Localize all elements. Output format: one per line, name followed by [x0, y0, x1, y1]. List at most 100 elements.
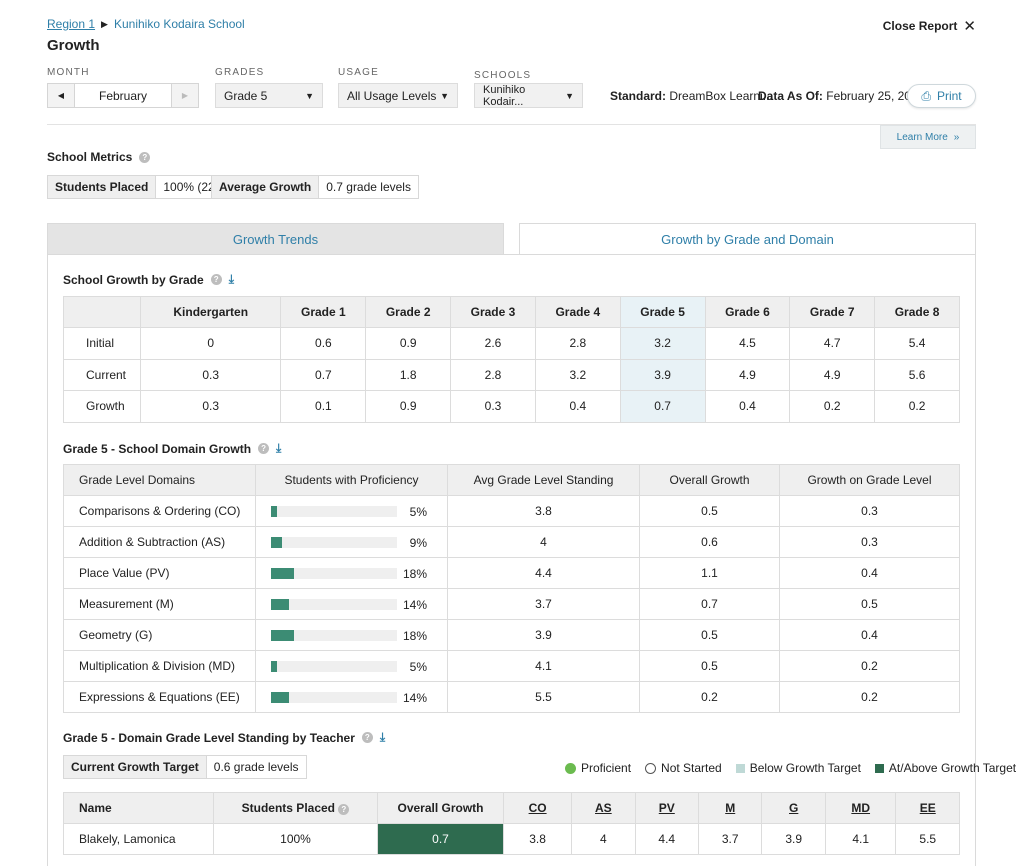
table-header-label: MD	[851, 801, 871, 815]
tab-growth-by-grade-and-domain[interactable]: Growth by Grade and Domain	[519, 223, 976, 255]
table-header-g[interactable]: G	[761, 792, 826, 824]
help-icon[interactable]: ?	[258, 443, 270, 454]
proficiency-bar-fill	[271, 568, 294, 579]
table-header-m[interactable]: M	[697, 792, 763, 824]
teacher-standing-title: Grade 5 - Domain Grade Level Standing by…	[63, 730, 385, 745]
legend-label: Below Growth Target	[749, 761, 861, 775]
table-header-empty	[63, 296, 141, 328]
help-icon[interactable]: ?	[361, 732, 373, 743]
table-cell: 0.5	[639, 495, 780, 527]
table-cell: 0.5	[639, 619, 780, 651]
proficiency-cell: 14%	[255, 681, 448, 713]
proficiency-cell: 18%	[255, 557, 448, 589]
table-cell: 4.4	[447, 557, 640, 589]
proficiency-bar-track	[271, 692, 397, 703]
table-header[interactable]: Name	[63, 792, 214, 824]
table-cell: 0.3	[139, 358, 282, 391]
tab-growth-trends[interactable]: Growth Trends	[47, 223, 504, 255]
download-icon[interactable]: ⤓	[380, 730, 385, 745]
proficiency-cell: 18%	[255, 619, 448, 651]
table-header: Avg Grade Level Standing	[447, 464, 640, 496]
table-header-row: Name Students Placed ? Overall Growth CO…	[63, 792, 960, 824]
table-header: Kindergarten	[139, 296, 282, 328]
table-cell: 0.4	[779, 619, 960, 651]
table-cell: 4	[571, 823, 636, 855]
download-icon[interactable]: ⤓	[276, 441, 281, 456]
usage-label: USAGE	[338, 67, 380, 78]
print-button[interactable]: ⎙ Print	[907, 84, 976, 108]
schools-value: Kunihiko Kodair...	[483, 83, 526, 108]
legend-label: Proficient	[581, 761, 632, 775]
month-prev-button[interactable]: ◀	[48, 84, 74, 107]
help-icon[interactable]: ?	[139, 151, 151, 163]
table-row[interactable]: Blakely, Lamonica 100% 0.7 3.8 4 4.4 3.7…	[63, 823, 960, 855]
table-header-label: Students Placed	[241, 801, 335, 815]
table-row: Expressions & Equations (EE) 14% 5.5 0.2 0.2	[63, 681, 960, 713]
table-cell: 0.3	[779, 495, 960, 527]
table-cell: 0.3	[779, 526, 960, 558]
school-metrics-title: School Metrics ?	[47, 150, 151, 164]
table-cell: 4.7	[789, 327, 876, 360]
proficiency-bar-fill	[271, 537, 282, 548]
overall-growth-cell: 0.7	[377, 823, 504, 855]
table-header-label: G	[789, 801, 799, 815]
table-cell: 4.5	[704, 327, 791, 360]
legend-item-below: Below Growth Target	[735, 761, 861, 775]
average-growth-label: Average Growth	[212, 176, 320, 198]
caret-right-icon: ▶	[101, 18, 108, 29]
teacher-standing-title-text: Grade 5 - Domain Grade Level Standing by…	[63, 730, 355, 745]
school-metrics-title-text: School Metrics	[47, 150, 133, 164]
table-header-ee[interactable]: EE	[895, 792, 960, 824]
proficiency-bar-fill	[271, 506, 277, 517]
grades-label: GRADES	[215, 67, 265, 78]
double-chevron-down-icon: »	[953, 131, 960, 143]
table-cell: 2.6	[450, 327, 536, 360]
domain-name: Place Value (PV)	[63, 557, 256, 589]
proficiency-bar-fill	[271, 692, 289, 703]
row-label: Current	[63, 358, 141, 391]
table-cell: 0.2	[639, 681, 780, 713]
table-cell: 0.9	[365, 327, 452, 360]
proficiency-pct: 18%	[402, 629, 427, 643]
table-header-pv[interactable]: PV	[634, 792, 700, 824]
table-header-md[interactable]: MD	[824, 792, 897, 824]
table-cell: 0.1	[280, 390, 367, 423]
table-header[interactable]: Overall Growth	[377, 792, 504, 824]
month-next-button[interactable]: ▶	[172, 84, 198, 107]
help-icon[interactable]: ?	[338, 804, 350, 815]
table-cell: 0	[139, 327, 282, 360]
close-report-button[interactable]: Close Report ✕	[883, 17, 976, 35]
legend-item-above: At/Above Growth Target	[874, 761, 1016, 775]
learn-more-button[interactable]: Learn More »	[880, 125, 976, 149]
table-cell: 0.9	[365, 390, 452, 423]
schools-label: SCHOOLS	[474, 70, 532, 81]
table-cell: 3.2	[619, 327, 706, 360]
dark-square-icon	[874, 763, 884, 773]
table-cell: 1.1	[639, 557, 780, 589]
table-cell: 100%	[213, 823, 378, 855]
data-as-of: Data As Of: February 25, 2025	[758, 89, 924, 103]
table-header-as[interactable]: AS	[571, 792, 636, 824]
table-header-co[interactable]: CO	[502, 792, 573, 824]
help-icon[interactable]: ?	[210, 274, 222, 285]
breadcrumb-region-link[interactable]: Region 1	[47, 17, 95, 31]
teacher-standing-table: Name Students Placed ? Overall Growth CO…	[63, 792, 960, 855]
legend-item-proficient: Proficient	[565, 761, 631, 775]
table-header: Growth on Grade Level	[779, 464, 960, 496]
proficiency-bar-track	[271, 568, 397, 579]
schools-dropdown[interactable]: Kunihiko Kodair... ▼	[474, 83, 583, 108]
breadcrumb-school: Kunihiko Kodaira School	[113, 17, 245, 31]
usage-value: All Usage Levels	[347, 88, 437, 103]
usage-dropdown[interactable]: All Usage Levels ▼	[338, 83, 458, 108]
data-as-of-label: Data As Of:	[758, 89, 823, 103]
table-header-students-placed[interactable]: Students Placed ?	[213, 792, 378, 824]
empty-circle-icon	[645, 762, 657, 774]
table-cell: 3.8	[447, 495, 640, 527]
grades-dropdown[interactable]: Grade 5 ▼	[215, 83, 323, 108]
table-header: Grade 2	[365, 296, 452, 328]
proficiency-pct: 14%	[402, 598, 427, 612]
download-icon[interactable]: ⤓	[229, 272, 234, 287]
chevron-right-icon: ▶	[181, 91, 189, 100]
legend-label: Not Started	[661, 761, 722, 775]
month-value: February	[74, 84, 172, 107]
